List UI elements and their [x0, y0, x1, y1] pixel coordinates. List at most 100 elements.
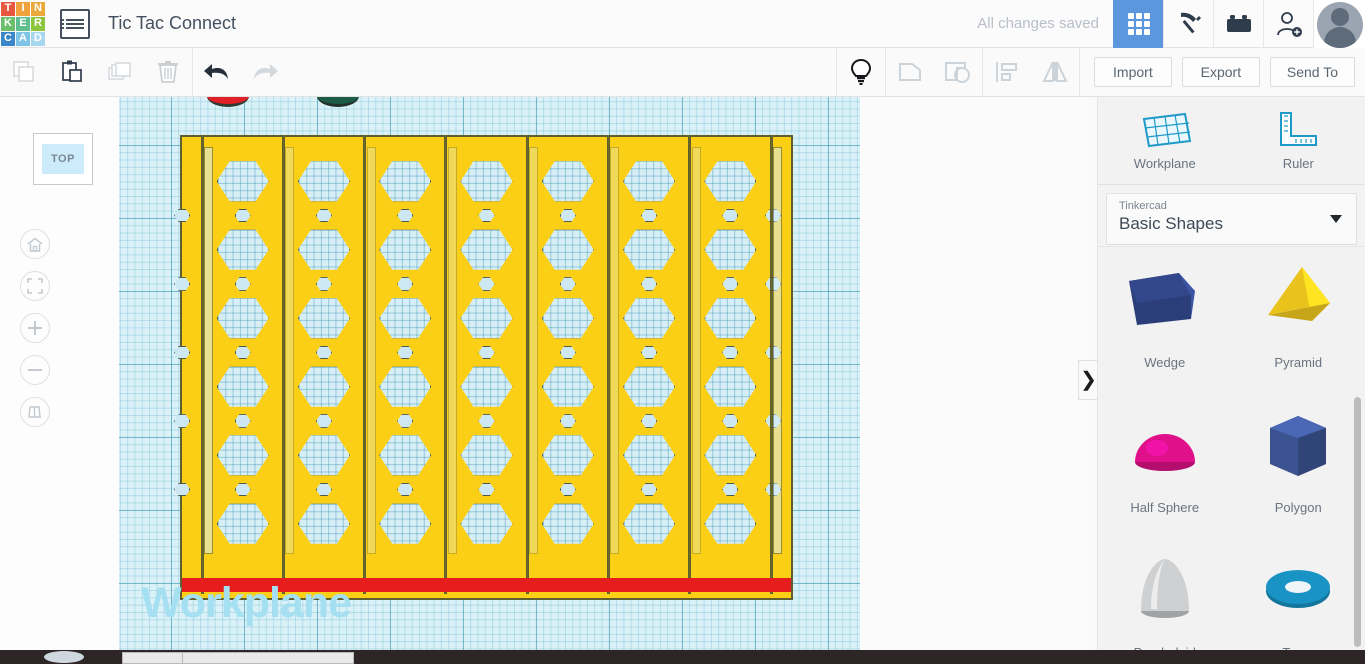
divider-channel [204, 147, 213, 554]
zoom-out-button[interactable] [20, 355, 50, 385]
save-status-text: All changes saved [977, 15, 1099, 32]
connect-four-board[interactable] [174, 135, 793, 600]
hex-hole [541, 298, 594, 339]
chevron-down-icon [1330, 215, 1342, 223]
group-icon[interactable] [886, 48, 934, 97]
divider-channel [773, 147, 782, 554]
hex-connector [478, 482, 495, 497]
divider-channel [610, 147, 620, 554]
shape-wedge-thumbnail [1117, 259, 1213, 349]
hex-connector [174, 277, 191, 291]
panel-tool-row: Workplane Ruler [1098, 97, 1365, 185]
avatar[interactable] [1313, 0, 1365, 48]
grid-view-icon[interactable] [1113, 0, 1163, 48]
divider-channel [366, 147, 376, 554]
hex-hole [297, 366, 350, 407]
view-cube[interactable]: TOP [33, 133, 93, 185]
paste-icon[interactable] [48, 48, 96, 97]
collapse-panel-chevron[interactable]: ❯ [1078, 360, 1098, 400]
hex-hole [379, 366, 432, 407]
hex-connector [722, 208, 739, 223]
project-menu-button[interactable] [60, 8, 90, 39]
hex-hole [297, 503, 350, 544]
shape-polygon[interactable]: Polygon [1232, 392, 1365, 537]
lightbulb-hint-icon[interactable] [837, 48, 885, 97]
shape-torus[interactable]: Torus [1232, 537, 1365, 650]
align-icon[interactable] [983, 48, 1031, 97]
taskbar-window-item[interactable] [182, 652, 354, 664]
hex-hole [541, 366, 594, 407]
workplane-grid[interactable]: Workplane [119, 97, 860, 650]
shape-library-select[interactable]: Tinkercad Basic Shapes [1106, 193, 1357, 245]
logo-cell-d: D [31, 31, 45, 46]
ruler-tool[interactable]: Ruler [1232, 97, 1365, 184]
shape-grid: Wedge Pyramid Half Sphere Polygon Paraboloid… [1098, 246, 1365, 650]
shape-pyramid[interactable]: Pyramid [1232, 247, 1365, 392]
workplane-tool-label: Workplane [1133, 156, 1196, 171]
shape-wedge[interactable]: Wedge [1098, 247, 1232, 392]
lego-brick-icon[interactable] [1213, 0, 1263, 48]
green-disc[interactable] [317, 97, 359, 107]
hex-hole [460, 229, 513, 270]
perspective-toggle-button[interactable] [20, 397, 50, 427]
hex-hole [460, 435, 513, 476]
logo-cell-n: N [31, 1, 45, 16]
mirror-flip-icon[interactable] [1031, 48, 1079, 97]
hex-connector [174, 208, 191, 223]
redo-icon[interactable] [241, 48, 289, 97]
workplane-tool[interactable]: Workplane [1098, 97, 1232, 184]
logo-cell-a: A [16, 31, 30, 46]
logo-cell-c: C [1, 31, 15, 46]
hex-connector [315, 277, 333, 291]
red-disc[interactable] [207, 97, 249, 107]
hex-connector [234, 482, 251, 497]
panel-scrollbar-thumb[interactable] [1354, 397, 1361, 647]
hex-hole [460, 298, 513, 339]
hex-connector [315, 414, 333, 428]
hex-hole [297, 298, 350, 339]
ungroup-icon[interactable] [934, 48, 982, 97]
hex-connector [174, 414, 191, 428]
export-button[interactable]: Export [1181, 57, 1260, 87]
hex-hole [460, 503, 513, 544]
edit-toolbar: Import Export Send To [0, 47, 1365, 97]
hex-hole [216, 366, 269, 407]
logo-cell-k: K [1, 16, 15, 31]
tinkercad-logo[interactable]: TIN KER CAD [0, 1, 46, 47]
copy-icon[interactable] [0, 48, 48, 97]
fit-all-button[interactable] [20, 271, 50, 301]
send-to-button[interactable]: Send To [1269, 57, 1355, 87]
codeblocks-pickaxe-icon[interactable] [1163, 0, 1213, 48]
hex-hole [297, 229, 350, 270]
minus-icon [28, 369, 42, 371]
hex-hole [216, 229, 269, 270]
library-vendor-label: Tinkercad [1119, 200, 1167, 212]
zoom-in-button[interactable] [20, 313, 50, 343]
hex-hole [379, 161, 432, 202]
shape-paraboloid[interactable]: Paraboloid [1098, 537, 1232, 650]
home-view-button[interactable] [20, 229, 50, 259]
hex-hole [216, 503, 269, 544]
hex-hole [623, 503, 676, 544]
delete-trash-icon[interactable] [144, 48, 192, 97]
duplicate-icon[interactable] [96, 48, 144, 97]
fit-to-view-icon [27, 278, 43, 294]
hex-connector [234, 345, 251, 360]
hex-hole [704, 503, 757, 544]
hex-connector [478, 345, 495, 360]
toolbar-divider [1078, 47, 1080, 97]
hex-connector [559, 208, 576, 223]
app-header: TIN KER CAD Tic Tac Connect All changes sa… [0, 0, 1365, 48]
shape-half-sphere[interactable]: Half Sphere [1098, 392, 1232, 537]
3d-viewport[interactable]: Workplane Edit Grid Snap Grid 0.5 mm ▲ [119, 97, 1089, 650]
undo-icon[interactable] [193, 48, 241, 97]
hex-connector [722, 345, 739, 360]
invite-person-icon[interactable] [1263, 0, 1313, 48]
import-button[interactable]: Import [1093, 57, 1172, 87]
hex-hole [623, 161, 676, 202]
shape-polygon-thumbnail [1250, 404, 1346, 494]
shape-pyramid-label: Pyramid [1274, 355, 1323, 370]
hex-hole [704, 366, 757, 407]
taskbar-launcher-icon[interactable] [44, 651, 84, 663]
shape-wedge-label: Wedge [1144, 355, 1186, 370]
